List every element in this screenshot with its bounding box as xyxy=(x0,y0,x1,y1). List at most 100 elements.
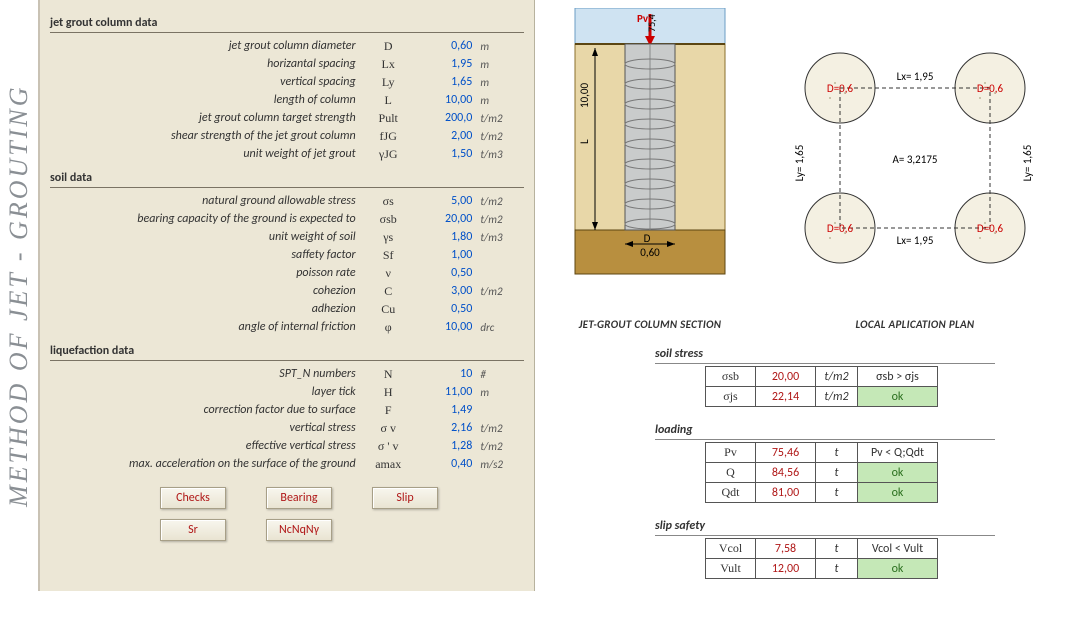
svg-text:D=0,6: D=0,6 xyxy=(827,222,854,235)
check-value: 20,00 xyxy=(756,367,816,387)
row-symbol: φ xyxy=(360,318,417,336)
row-symbol: Sf xyxy=(360,246,417,264)
row-value[interactable]: 2,00 xyxy=(417,127,477,145)
check-condition: Vcol < Vult xyxy=(858,539,938,559)
check-unit: t xyxy=(816,559,858,579)
data-row: shear strength of the jet grout columnfJ… xyxy=(50,127,524,145)
row-value[interactable]: 1,50 xyxy=(417,145,477,163)
check-row: Vcol7,58tVcol < Vult xyxy=(706,539,938,559)
check-unit: t/m2 xyxy=(816,387,858,407)
row-unit: t/m3 xyxy=(476,228,524,246)
check-unit: t xyxy=(816,463,858,483)
check-symbol: Vult xyxy=(706,559,756,579)
row-symbol: Pult xyxy=(360,109,417,127)
row-label: vertical stress xyxy=(50,419,360,437)
row-value[interactable]: 0,50 xyxy=(417,264,477,282)
row-value[interactable]: 3,00 xyxy=(417,282,477,300)
soil-table: natural ground allowable stressσs5,00t/m… xyxy=(50,192,524,336)
check-symbol: σsb xyxy=(706,367,756,387)
row-value[interactable]: 1,65 xyxy=(417,73,477,91)
check-condition: σsb > σjs xyxy=(858,367,938,387)
row-symbol: H xyxy=(360,383,417,401)
slip-table: Vcol7,58tVcol < VultVult12,00tok xyxy=(705,538,938,579)
bearing-button[interactable]: Bearing xyxy=(266,487,332,509)
row-value[interactable]: 1,00 xyxy=(417,246,477,264)
row-label: natural ground allowable stress xyxy=(50,192,360,210)
check-condition: Pv < Q;Qdt xyxy=(858,443,938,463)
row-symbol: Ly xyxy=(360,73,417,91)
row-label: saffety factor xyxy=(50,246,360,264)
svg-text:D=0,6: D=0,6 xyxy=(977,222,1004,235)
row-label: vertical spacing xyxy=(50,73,360,91)
check-symbol: Vcol xyxy=(706,539,756,559)
row-unit xyxy=(476,264,524,282)
data-row: cohezionC3,00t/m2 xyxy=(50,282,524,300)
ncnqny-button[interactable]: NcNqNγ xyxy=(266,519,332,541)
row-symbol: σs xyxy=(360,192,417,210)
check-value: 84,56 xyxy=(756,463,816,483)
row-value[interactable]: 1,28 xyxy=(417,437,477,455)
svg-text:A= 3,2175: A= 3,2175 xyxy=(893,153,938,166)
row-value[interactable]: 1,49 xyxy=(417,401,477,419)
row-value[interactable]: 0,60 xyxy=(417,37,477,55)
row-value[interactable]: 2,16 xyxy=(417,419,477,437)
data-row: effective vertical stressσ ' v1,28t/m2 xyxy=(50,437,524,455)
row-label: jet grout column diameter xyxy=(50,37,360,55)
plan-caption: LOCAL APLICATION PLAN xyxy=(785,318,1045,331)
row-value[interactable]: 200,0 xyxy=(417,109,477,127)
check-row: σsb20,00t/m2σsb > σjs xyxy=(706,367,938,387)
row-symbol: fJG xyxy=(360,127,417,145)
row-label: shear strength of the jet grout column xyxy=(50,127,360,145)
row-label: unit weight of jet grout xyxy=(50,145,360,163)
section-jg-title: jet grout column data xyxy=(50,16,524,33)
row-value[interactable]: 11,00 xyxy=(417,383,477,401)
checks-button[interactable]: Checks xyxy=(160,487,226,509)
row-unit: m xyxy=(476,383,524,401)
row-unit xyxy=(476,401,524,419)
slip-button[interactable]: Slip xyxy=(372,487,438,509)
check-row: Qdt81,00tok xyxy=(706,483,938,503)
check-symbol: Pv xyxy=(706,443,756,463)
check-value: 81,00 xyxy=(756,483,816,503)
svg-text:Ly= 1,65: Ly= 1,65 xyxy=(793,145,806,182)
row-unit: m xyxy=(476,73,524,91)
row-unit: drc xyxy=(476,318,524,336)
check-symbol: Q xyxy=(706,463,756,483)
slip-title: slip safety xyxy=(655,519,995,536)
check-value: 22,14 xyxy=(756,387,816,407)
loading-table: Pv75,46tPv < Q;QdtQ84,56tokQdt81,00tok xyxy=(705,442,938,503)
row-value[interactable]: 1,80 xyxy=(417,228,477,246)
svg-text:D: D xyxy=(644,232,651,245)
row-symbol: F xyxy=(360,401,417,419)
data-row: poisson rateν0,50 xyxy=(50,264,524,282)
data-row: unit weight of jet groutγJG1,50t/m3 xyxy=(50,145,524,163)
data-row: layer tickH11,00m xyxy=(50,383,524,401)
column-section-caption: JET-GROUT COLUMN SECTION xyxy=(555,318,745,331)
svg-text:Lx= 1,95: Lx= 1,95 xyxy=(897,234,934,247)
plan-figure: D=0,6 D=0,6 D=0,6 D=0,6 Lx= 1,95 Lx= 1,9… xyxy=(785,8,1045,331)
check-row: Q84,56tok xyxy=(706,463,938,483)
row-unit: m xyxy=(476,37,524,55)
data-row: jet grout column diameterD0,60m xyxy=(50,37,524,55)
check-condition: ok xyxy=(858,463,938,483)
row-label: length of column xyxy=(50,91,360,109)
row-value[interactable]: 20,00 xyxy=(417,210,477,228)
row-value[interactable]: 10 xyxy=(417,365,477,383)
data-row: natural ground allowable stressσs5,00t/m… xyxy=(50,192,524,210)
row-symbol: σsb xyxy=(360,210,417,228)
svg-text:Ly= 1,65: Ly= 1,65 xyxy=(1021,145,1034,182)
row-value[interactable]: 0,50 xyxy=(417,300,477,318)
data-row: bearing capacity of the ground is expect… xyxy=(50,210,524,228)
row-symbol: Lx xyxy=(360,55,417,73)
svg-text:0,60: 0,60 xyxy=(640,246,660,259)
section-soil-title: soil data xyxy=(50,171,524,188)
row-value[interactable]: 5,00 xyxy=(417,192,477,210)
sr-button[interactable]: Sr xyxy=(160,519,226,541)
row-value[interactable]: 1,95 xyxy=(417,55,477,73)
row-unit: t/m2 xyxy=(476,210,524,228)
row-value[interactable]: 10,00 xyxy=(417,318,477,336)
row-value[interactable]: 0,40 xyxy=(417,455,477,473)
svg-text:Lx= 1,95: Lx= 1,95 xyxy=(897,70,934,83)
row-value[interactable]: 10,00 xyxy=(417,91,477,109)
check-condition: ok xyxy=(858,559,938,579)
